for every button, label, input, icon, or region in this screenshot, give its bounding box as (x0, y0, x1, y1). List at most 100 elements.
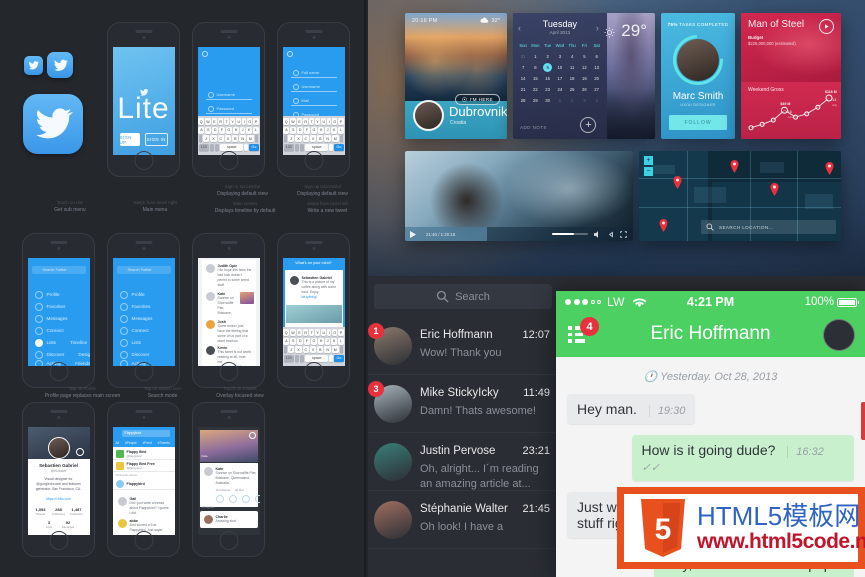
map-search-bar[interactable]: SEARCH LOCATION... (701, 220, 836, 234)
calendar-day[interactable]: 11 (566, 62, 578, 73)
key[interactable]: D (212, 126, 219, 134)
shift-key[interactable] (283, 346, 288, 354)
map-pin-icon[interactable] (657, 219, 670, 233)
username-field[interactable]: Username (290, 81, 337, 92)
calendar-grid[interactable]: Sun Mon Tue Wed Thu Fri Sat 31 1 2 3 4 5 6 7 8 9 1… (517, 40, 603, 106)
shift-key[interactable] (283, 135, 288, 143)
key[interactable]: A (198, 126, 205, 134)
key[interactable]: M (246, 135, 254, 143)
key[interactable]: T (309, 118, 315, 126)
key[interactable]: B (317, 135, 324, 143)
key[interactable]: Z (288, 346, 295, 354)
key[interactable]: W (289, 329, 296, 337)
calendar-day[interactable]: 31 (517, 51, 529, 62)
key[interactable]: T (309, 329, 315, 337)
keyboard-row-4[interactable]: 123 space Go (198, 143, 259, 151)
keyboard-row-2[interactable]: ASDFGHJKL (283, 337, 344, 345)
search-twitter-input[interactable]: Search Twitter (116, 266, 171, 274)
key[interactable]: C (302, 346, 309, 354)
key[interactable]: H (233, 126, 240, 134)
calendar-day[interactable]: 1 (554, 95, 566, 106)
more-results-label[interactable]: All Results above (116, 473, 138, 477)
key[interactable]: R (303, 329, 309, 337)
signin-button[interactable]: SIGN IN (145, 133, 168, 146)
add-note-button[interactable]: ADD NOTE (520, 125, 547, 130)
key[interactable]: P (253, 118, 259, 126)
period-key[interactable] (244, 143, 249, 151)
calendar-card[interactable]: ‹ › Tuesday April 2013 Sun Mon Tue Wed T… (513, 13, 655, 139)
emoji-key[interactable] (294, 354, 300, 362)
conversation-row[interactable]: 3 Mike StickyIcky 11:49 Damn! Thats awesome… (368, 375, 558, 433)
search-result[interactable]: Flappy Bird Free @flappybird (112, 460, 175, 472)
key[interactable]: K (246, 126, 253, 134)
phone-home-button[interactable] (219, 362, 238, 381)
map-pin-icon[interactable] (768, 183, 781, 197)
map-pin-icon[interactable] (823, 161, 836, 175)
search-input[interactable]: Search (374, 284, 552, 309)
phone-home-button[interactable] (134, 362, 153, 381)
key[interactable]: D (297, 337, 304, 345)
key[interactable]: N (324, 135, 331, 143)
key[interactable]: I (242, 118, 247, 126)
calendar-day[interactable]: 2 (542, 51, 554, 62)
tab-people[interactable]: #People (125, 441, 137, 445)
calendar-day[interactable]: 3 (578, 95, 590, 106)
key[interactable]: B (317, 346, 324, 354)
signup-button[interactable]: SIGN UP (119, 133, 140, 146)
key[interactable]: H (318, 126, 325, 134)
calendar-day[interactable]: 15 (529, 73, 541, 84)
calendar-day[interactable]: 10 (554, 62, 566, 73)
key[interactable]: G (310, 126, 318, 134)
video-right-controls[interactable] (552, 230, 627, 238)
airplay-icon[interactable] (608, 231, 614, 238)
search-input[interactable]: Flappybird (121, 430, 170, 437)
calendar-day[interactable]: 22 (529, 84, 541, 95)
conversation-row[interactable]: 1 Eric Hoffmann 12:07 Wow! Thank you (368, 317, 558, 375)
username-field[interactable]: Username (205, 89, 252, 100)
key[interactable]: N (324, 346, 331, 354)
key[interactable]: Y (315, 118, 321, 126)
phone-home-button[interactable] (49, 531, 68, 550)
weather-location-card[interactable]: 20:16 PM 32° I'M HERE Dubrovnik Croatia (405, 13, 507, 139)
key[interactable]: J (325, 337, 331, 345)
key[interactable]: S (290, 337, 297, 345)
key[interactable]: E (296, 118, 303, 126)
keyboard-row-1[interactable]: QWERTYUIOP (283, 329, 344, 337)
key[interactable]: Y (315, 329, 321, 337)
calendar-day[interactable]: 6 (591, 51, 603, 62)
key[interactable]: A (283, 126, 290, 134)
conversation-row[interactable]: Stéphanie Walter 21:45 Oh look! I have a (368, 491, 558, 549)
emoji-key[interactable] (209, 143, 215, 151)
emoji-key[interactable] (294, 143, 300, 151)
reply-icon[interactable] (215, 494, 224, 503)
zoom-in-button[interactable]: + (644, 156, 653, 165)
key[interactable]: X (295, 346, 302, 354)
calendar-day[interactable]: 4 (591, 95, 603, 106)
key[interactable]: U (321, 118, 327, 126)
key[interactable]: K (331, 126, 338, 134)
map-pin-icon[interactable] (728, 160, 741, 173)
calendar-day[interactable]: 16 (542, 73, 554, 84)
calendar-day[interactable]: 13 (591, 62, 603, 73)
key[interactable]: S (290, 126, 297, 134)
key[interactable]: E (211, 118, 218, 126)
back-icon[interactable] (286, 51, 293, 57)
mic-key[interactable] (300, 354, 305, 362)
key[interactable]: M (331, 346, 339, 354)
mail-field[interactable]: Mail (290, 95, 337, 106)
backspace-key[interactable] (339, 135, 344, 143)
tab-all[interactable]: All (116, 441, 120, 445)
password-field[interactable]: Password (205, 103, 252, 114)
video-player-card[interactable]: 21:40 / 1:20:18 (405, 151, 633, 241)
key[interactable]: A (283, 337, 290, 345)
tab-feed[interactable]: #Feed (143, 441, 152, 445)
conversation-row[interactable]: Justin Pervose 23:21 Oh, alright... I´m re… (368, 433, 558, 491)
keyboard-row-1[interactable]: QWERTYUIOP (198, 118, 259, 126)
play-circle-icon[interactable] (819, 19, 834, 34)
backspace-key[interactable] (254, 135, 259, 143)
retweet-icon[interactable] (228, 494, 237, 503)
calendar-day[interactable]: 18 (566, 73, 578, 84)
keyboard-row-3[interactable]: ZXCVBNM (283, 135, 344, 143)
key[interactable]: V (309, 346, 317, 354)
mic-key[interactable] (300, 143, 305, 151)
